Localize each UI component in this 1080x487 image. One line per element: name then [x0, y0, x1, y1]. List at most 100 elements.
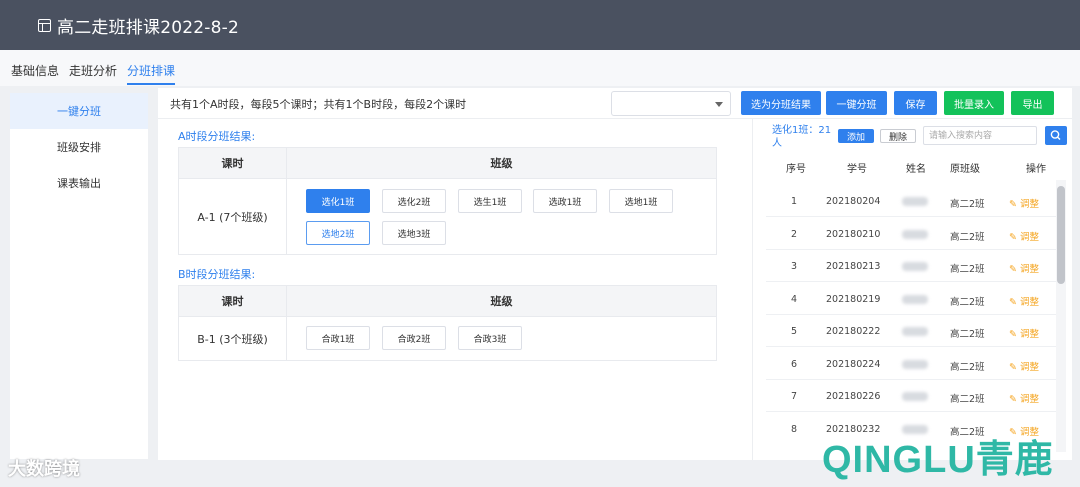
class-chip[interactable]: 选地2班 [306, 221, 370, 245]
row-student-id: 202180226 [826, 391, 881, 402]
row-origin-class: 高二2班 [950, 394, 985, 405]
col-header-origin-class: 原班级 [950, 164, 980, 175]
adjust-label: 调整 [1019, 232, 1039, 243]
row-no: 6 [791, 359, 798, 370]
tab-analysis[interactable]: 走班分析 [69, 62, 117, 79]
class-chip[interactable]: 选化1班 [306, 189, 370, 213]
table-row: 2 202180210 高二2班 ✎ 调整 [766, 218, 1056, 250]
delete-button[interactable]: 删除 [880, 129, 916, 143]
search-input[interactable] [923, 126, 1037, 145]
class-chip[interactable]: 选地3班 [382, 221, 446, 245]
sidebar-item-class-arrange[interactable]: 班级安排 [10, 129, 148, 165]
selected-class-label: 选化1班：21人 [772, 125, 832, 149]
col-header-class: 班级 [490, 157, 513, 170]
row-student-id: 202180213 [826, 261, 881, 272]
class-chip[interactable]: 合政2班 [382, 326, 446, 350]
row-no: 4 [791, 294, 798, 305]
adjust-label: 调整 [1019, 264, 1039, 275]
row-origin-class: 高二2班 [950, 329, 985, 340]
row-no: 8 [791, 424, 798, 435]
table-row: 1 202180204 高二2班 ✎ 调整 [766, 185, 1056, 217]
tab-scheduling[interactable]: 分班排课 [127, 62, 176, 85]
watermark-left: 大数跨境 [8, 459, 80, 480]
row-no: 5 [791, 326, 798, 337]
table-row: 3 202180213 高二2班 ✎ 调整 [766, 250, 1056, 282]
col-header-no: 序号 [786, 164, 806, 175]
page-title: 高二走班排课2022-8-2 [57, 17, 239, 38]
adjust-link[interactable]: ✎ 调整 [1009, 294, 1039, 308]
row-origin-class: 高二2班 [950, 232, 985, 243]
col-header-class: 班级 [490, 295, 513, 308]
adjust-link[interactable]: ✎ 调整 [1009, 261, 1039, 275]
row-student-id: 202180222 [826, 326, 881, 337]
adjust-label: 调整 [1019, 362, 1039, 373]
row-origin-class: 高二2班 [950, 297, 985, 308]
table-row: 5 202180222 高二2班 ✎ 调整 [766, 315, 1056, 347]
class-chip[interactable]: 选政1班 [533, 189, 597, 213]
col-header-period: 课时 [179, 286, 287, 316]
chevron-down-icon [715, 102, 723, 107]
row-name-blurred [902, 360, 928, 369]
save-button[interactable]: 保存 [894, 91, 937, 115]
batch-import-button[interactable]: 批量录入 [944, 91, 1004, 115]
row-origin-class: 高二2班 [950, 264, 985, 275]
section-a-title: A时段分班结果: [178, 130, 256, 143]
adjust-link[interactable]: ✎ 调整 [1009, 359, 1039, 373]
search-button[interactable] [1045, 126, 1067, 145]
watermark-logo: QINGLU青鹿 [822, 439, 1054, 481]
adjust-label: 调整 [1019, 394, 1039, 405]
class-chip[interactable]: 选生1班 [458, 189, 522, 213]
row-student-id: 202180210 [826, 229, 881, 240]
adjust-label: 调整 [1019, 199, 1039, 210]
class-chip[interactable]: 选地1班 [609, 189, 673, 213]
row-no: 3 [791, 261, 798, 272]
table-row: 4 202180219 高二2班 ✎ 调整 [766, 283, 1056, 315]
adjust-link[interactable]: ✎ 调整 [1009, 229, 1039, 243]
row-name-blurred [902, 392, 928, 401]
sidebar: 一键分班 班级安排 课表输出 [10, 93, 148, 459]
adjust-label: 调整 [1019, 329, 1039, 340]
adjust-link[interactable]: ✎ 调整 [1009, 391, 1039, 405]
row-no: 2 [791, 229, 798, 240]
table-icon [38, 18, 51, 32]
col-header-action: 操作 [1026, 164, 1046, 175]
row-origin-class: 高二2班 [950, 362, 985, 373]
col-header-name: 姓名 [906, 164, 926, 175]
divider [158, 118, 1072, 119]
adjust-link[interactable]: ✎ 调整 [1009, 326, 1039, 340]
auto-assign-button[interactable]: 一键分班 [826, 91, 887, 115]
period-label: A-1 (7个班级) [179, 179, 287, 254]
plan-select[interactable] [611, 91, 731, 116]
row-origin-class: 高二2班 [950, 199, 985, 210]
class-chip[interactable]: 合政3班 [458, 326, 522, 350]
main-panel: 共有1个A时段，每段5个课时；共有1个B时段，每段2个课时 选为分班结果 一键分… [158, 88, 1072, 460]
scrollbar[interactable] [1056, 180, 1066, 452]
row-name-blurred [902, 295, 928, 304]
col-header-student-id: 学号 [847, 164, 867, 175]
sidebar-item-timetable-output[interactable]: 课表输出 [10, 165, 148, 201]
row-name-blurred [902, 262, 928, 271]
row-student-id: 202180204 [826, 196, 881, 207]
search-icon [1050, 130, 1061, 140]
tab-basic-info[interactable]: 基础信息 [11, 62, 59, 79]
scrollbar-thumb[interactable] [1057, 186, 1065, 284]
row-name-blurred [902, 197, 928, 206]
col-header-period: 课时 [179, 148, 287, 178]
export-button[interactable]: 导出 [1011, 91, 1054, 115]
row-student-id: 202180224 [826, 359, 881, 370]
row-name-blurred [902, 230, 928, 239]
row-name-blurred [902, 327, 928, 336]
sidebar-item-auto-assign[interactable]: 一键分班 [10, 93, 148, 129]
table-row: 6 202180224 高二2班 ✎ 调整 [766, 348, 1056, 380]
period-info: 共有1个A时段，每段5个课时；共有1个B时段，每段2个课时 [170, 98, 467, 111]
section-a-table: 课时 班级 A-1 (7个班级) 选化1班 选化2班 选生1班 选政1班 选地1… [178, 147, 717, 255]
adjust-link[interactable]: ✎ 调整 [1009, 196, 1039, 210]
set-result-button[interactable]: 选为分班结果 [741, 91, 821, 115]
class-chip[interactable]: 选化2班 [382, 189, 446, 213]
period-label: B-1 (3个班级) [179, 317, 287, 360]
add-button[interactable]: 添加 [838, 129, 874, 143]
app-header: 高二走班排课2022-8-2 [0, 0, 1080, 50]
class-chip[interactable]: 合政1班 [306, 326, 370, 350]
top-tabs: 基础信息 走班分析 分班排课 [0, 50, 1080, 86]
row-student-id: 202180219 [826, 294, 881, 305]
